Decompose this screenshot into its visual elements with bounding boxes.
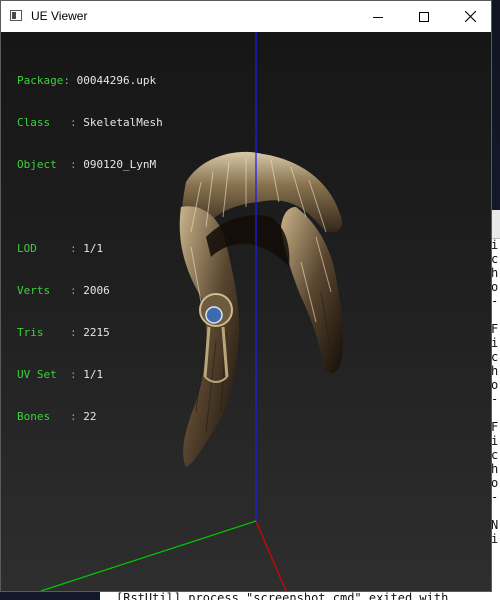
- console-bottom-text: [RstUtil] process "screenshot.cmd" exite…: [116, 591, 449, 600]
- console-line: h: [491, 364, 499, 378]
- ue-viewer-window[interactable]: UE Viewer Package: 00044296.upk Class: …: [0, 0, 492, 592]
- mesh-info-overlay: Package: 00044296.upk Class : SkeletalMe…: [17, 46, 163, 452]
- console-line: c: [491, 448, 499, 462]
- console-line: F: [491, 322, 499, 336]
- info-bones: Bones : 22: [17, 410, 97, 423]
- console-line: i: [491, 238, 499, 252]
- maximize-icon: [419, 11, 429, 22]
- minimize-button[interactable]: [355, 1, 401, 32]
- app-window-icon[interactable]: [10, 10, 22, 21]
- y-axis-line: [40, 520, 257, 591]
- console-output: icho- Ficho- Ficho- Ni: [491, 238, 500, 546]
- console-line: c: [491, 350, 499, 364]
- console-line: i: [491, 336, 499, 350]
- console-line: o: [491, 378, 499, 392]
- info-class: Class : SkeletalMesh: [17, 116, 163, 129]
- console-line: i: [491, 434, 499, 448]
- maximize-button[interactable]: [401, 1, 447, 32]
- console-line: i: [491, 532, 499, 546]
- close-button[interactable]: [447, 1, 493, 32]
- info-verts: Verts : 2006: [17, 284, 110, 297]
- console-line: N: [491, 518, 499, 532]
- console-line: o: [491, 280, 499, 294]
- console-line: -: [491, 294, 499, 308]
- window-title: UE Viewer: [31, 9, 88, 23]
- x-axis-line: [255, 520, 287, 591]
- console-line: h: [491, 266, 499, 280]
- console-line: -: [491, 490, 499, 504]
- info-package: Package: 00044296.upk: [17, 74, 157, 87]
- console-line: h: [491, 462, 499, 476]
- info-tris: Tris : 2215: [17, 326, 110, 339]
- skeletal-mesh-hair: [179, 151, 344, 468]
- close-icon: [464, 11, 476, 22]
- minimize-icon: [373, 16, 383, 18]
- info-uvset: UV Set : 1/1: [17, 368, 104, 381]
- console-line: F: [491, 420, 499, 434]
- title-bar[interactable]: UE Viewer: [1, 1, 491, 32]
- info-lod: LOD : 1/1: [17, 242, 104, 255]
- info-object: Object : 090120_LynM: [17, 158, 157, 171]
- console-line: o: [491, 476, 499, 490]
- 3d-viewport[interactable]: Package: 00044296.upk Class : SkeletalMe…: [1, 32, 491, 591]
- console-line: c: [491, 252, 499, 266]
- console-line: -: [491, 392, 499, 406]
